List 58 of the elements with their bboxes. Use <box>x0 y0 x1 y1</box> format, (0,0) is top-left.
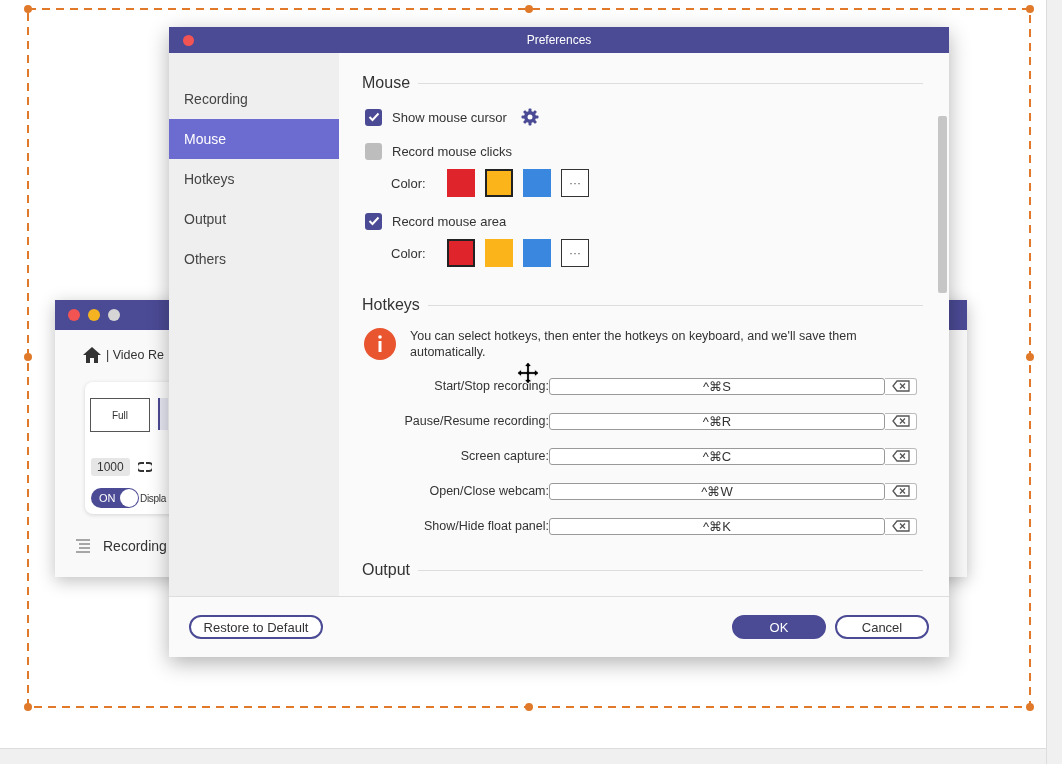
checkbox[interactable] <box>365 142 382 160</box>
option-label: Record mouse area <box>392 213 507 229</box>
hotkey-field[interactable]: ^⌘K <box>549 517 885 535</box>
cancel-button[interactable]: Cancel <box>835 615 929 639</box>
breadcrumb: | Video Re <box>106 348 164 362</box>
color-swatch[interactable] <box>447 239 475 267</box>
hotkey-field[interactable]: ^⌘S <box>549 377 885 395</box>
ok-button[interactable]: OK <box>732 615 826 639</box>
sidebar-item[interactable]: Hotkeys <box>169 159 339 199</box>
clear-button[interactable] <box>885 412 917 430</box>
sidebar-item[interactable]: Output <box>169 199 339 239</box>
hotkey-label: Open/Close webcam: <box>428 484 549 498</box>
color-label: Color: <box>391 175 427 191</box>
hotkey-field[interactable]: ^⌘R <box>549 412 885 430</box>
more-colors-button[interactable]: ··· <box>561 239 589 267</box>
checkbox[interactable] <box>365 108 382 126</box>
hotkey-label: Show/Hide float panel: <box>422 519 549 533</box>
minimize-button[interactable] <box>88 309 100 321</box>
section-heading: Hotkeys <box>362 296 420 314</box>
more-colors-button[interactable]: ··· <box>561 169 589 197</box>
restore-default-button[interactable]: Restore to Default <box>189 615 323 639</box>
zoom-button[interactable] <box>108 309 120 321</box>
full-mode-tile[interactable]: Full <box>90 398 150 432</box>
color-swatch[interactable] <box>523 239 551 267</box>
option-label: Record mouse clicks <box>392 143 512 159</box>
color-label: Color: <box>391 245 427 261</box>
home-icon[interactable] <box>82 346 102 364</box>
hotkey-label: Pause/Resume recording: <box>403 414 549 428</box>
clear-button[interactable] <box>885 482 917 500</box>
toggle-caption: Displa <box>140 492 166 504</box>
region-mode-tile[interactable] <box>158 398 168 430</box>
color-swatch[interactable] <box>485 169 513 197</box>
sidebar-item[interactable]: Recording <box>169 79 339 119</box>
sidebar-item[interactable]: Others <box>169 239 339 279</box>
color-swatch[interactable] <box>523 169 551 197</box>
selection-frame[interactable] <box>24 5 1034 711</box>
section-heading: Output <box>362 561 411 579</box>
info-text: You can select hotkeys, then enter the hotkeys on keyboard, and we'll save them automatically. <box>410 328 858 360</box>
info-icon <box>364 328 396 360</box>
hotkey-label: Screen capture: <box>459 449 549 463</box>
color-swatch[interactable] <box>485 239 513 267</box>
clear-button[interactable] <box>885 377 917 395</box>
color-swatch[interactable] <box>447 169 475 197</box>
checkbox[interactable] <box>365 212 382 230</box>
hotkey-label: Start/Stop recording: <box>433 379 549 393</box>
clear-button[interactable] <box>885 447 917 465</box>
settings-icon[interactable] <box>520 108 539 126</box>
width-field[interactable]: 1000 <box>91 458 130 476</box>
link-icon[interactable] <box>137 461 152 473</box>
section-heading: Mouse <box>362 74 411 92</box>
option-label: Show mouse cursor <box>392 109 507 125</box>
recording-label[interactable]: Recording <box>103 538 167 554</box>
toggle-switch[interactable]: ON <box>91 488 139 508</box>
hotkey-field[interactable]: ^⌘W <box>549 482 885 500</box>
clear-button[interactable] <box>885 517 917 535</box>
hotkey-field[interactable]: ^⌘C <box>549 447 885 465</box>
window-title: Preferences <box>526 33 592 47</box>
sidebar-item[interactable]: Mouse <box>169 119 339 159</box>
